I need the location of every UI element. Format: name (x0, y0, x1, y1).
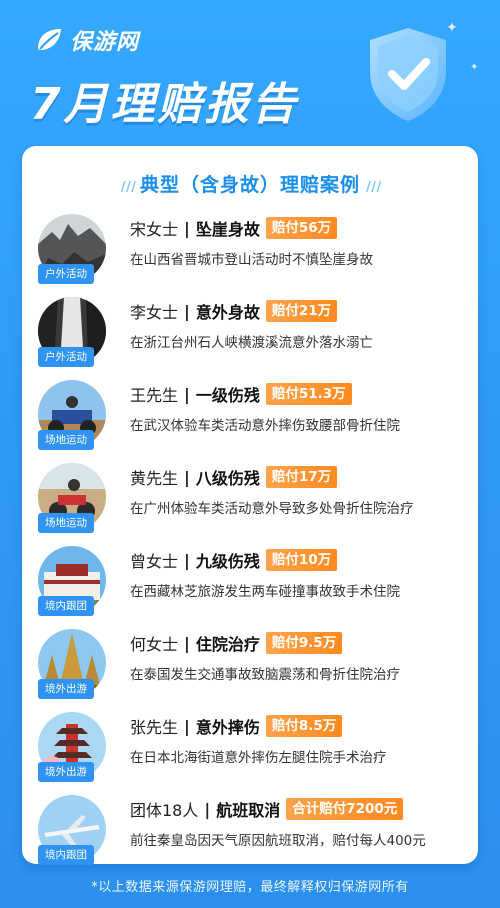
payout-badge: 赔付9.5万 (265, 632, 343, 654)
category-badge: 境外出游 (38, 679, 94, 699)
separator: | (184, 467, 190, 487)
case-item[interactable]: 场地运动 黄先生 | 八级伤残 赔付17万 在广州体验车类活动意外导致多处骨折住院治疗 (38, 463, 458, 533)
sparkle-icon: ✦ (446, 20, 458, 36)
claimant-name: 张先生 (130, 718, 179, 737)
sparkle-icon: ✦ (470, 62, 479, 73)
case-item[interactable]: 户外活动 李女士 | 意外身故 赔付21万 在浙江台州石人峡横渡溪流意外落水溺亡 (38, 297, 458, 367)
case-headline: 团体18人 | 航班取消 合计赔付7200元 (130, 797, 404, 821)
payout-badge: 赔付17万 (265, 466, 338, 488)
chevron-decoration: / / / (120, 180, 136, 195)
case-detail: 在广州体验车类活动意外导致多处骨折住院治疗 (130, 501, 414, 517)
separator: | (184, 384, 190, 404)
claimant-name: 宋女士 (130, 220, 179, 239)
payout-badge: 赔付8.5万 (265, 715, 343, 737)
payout-badge: 赔付21万 (265, 300, 338, 322)
accident-type: 住院治疗 (195, 635, 260, 654)
case-detail: 在浙江台州石人峡横渡溪流意外落水溺亡 (130, 335, 373, 351)
category-badge: 场地运动 (38, 513, 94, 533)
claimant-name: 王先生 (130, 386, 179, 405)
case-item[interactable]: 境外出游 何女士 | 住院治疗 赔付9.5万 在泰国发生交通事故致脑震荡和骨折住院治疗 (38, 629, 458, 699)
section-title: / / / 典型（含身故）理赔案例 / / / (22, 170, 478, 197)
case-headline: 宋女士 | 坠崖身故 赔付56万 (130, 216, 338, 240)
claimant-name: 曾女士 (130, 552, 179, 571)
claimant-name: 黄先生 (130, 469, 179, 488)
shield-check-icon (370, 28, 446, 121)
separator: | (184, 633, 190, 653)
accident-type: 意外身故 (195, 303, 260, 322)
chevron-decoration: / / / (366, 180, 381, 195)
case-headline: 曾女士 | 九级伤残 赔付10万 (130, 548, 338, 572)
category-badge: 户外活动 (38, 264, 94, 284)
case-item[interactable]: 境外出游 张先生 | 意外摔伤 赔付8.5万 在日本北海街道意外摔伤左腿住院手术治疗 (38, 712, 458, 782)
case-detail: 在泰国发生交通事故致脑震荡和骨折住院治疗 (130, 667, 400, 683)
payout-badge: 赔付56万 (265, 217, 338, 239)
case-headline: 黄先生 | 八级伤残 赔付17万 (130, 465, 338, 489)
separator: | (184, 301, 190, 321)
case-detail: 在西藏林芝旅游发生两车碰撞事故致手术住院 (130, 584, 400, 600)
payout-badge: 合计赔付7200元 (286, 798, 404, 820)
category-badge: 境内跟团 (38, 596, 94, 616)
accident-type: 一级伤残 (195, 386, 260, 405)
claimant-name: 何女士 (130, 635, 179, 654)
case-item[interactable]: 户外活动 宋女士 | 坠崖身故 赔付56万 在山西省晋城市登山活动时不慎坠崖身故 (38, 214, 458, 284)
leaf-logo-icon (38, 29, 61, 50)
section-title-text: 典型（含身故）理赔案例 (139, 174, 360, 196)
case-item[interactable]: 境内跟团 曾女士 | 九级伤残 赔付10万 在西藏林芝旅游发生两车碰撞事故致手术住院 (38, 546, 458, 616)
brand-logo: 保游网 (34, 24, 139, 56)
payout-badge: 赔付51.3万 (265, 383, 352, 405)
case-headline: 李女士 | 意外身故 赔付21万 (130, 299, 338, 323)
case-item[interactable]: 场地运动 王先生 | 一级伤残 赔付51.3万 在武汉体验车类活动意外摔伤致腰部骨折住… (38, 380, 458, 450)
case-headline: 何女士 | 住院治疗 赔付9.5万 (130, 631, 343, 655)
separator: | (184, 716, 190, 736)
separator: | (184, 218, 190, 238)
separator: | (184, 550, 190, 570)
brand-name: 保游网 (70, 30, 140, 55)
payout-badge: 赔付10万 (265, 549, 338, 571)
case-detail: 在日本北海街道意外摔伤左腿住院手术治疗 (130, 750, 387, 766)
case-headline: 王先生 | 一级伤残 赔付51.3万 (130, 382, 352, 406)
separator: | (204, 799, 211, 819)
case-headline: 张先生 | 意外摔伤 赔付8.5万 (130, 714, 343, 738)
claimant-name: 李女士 (130, 303, 179, 322)
case-detail: 前往秦皇岛因天气原因航班取消，赔付每人400元 (130, 833, 426, 849)
case-detail: 在山西省晋城市登山活动时不慎坠崖身故 (130, 252, 373, 268)
category-badge: 境内跟团 (38, 845, 94, 865)
case-item[interactable]: 境内跟团 团体18人 | 航班取消 合计赔付7200元 前往秦皇岛因天气原因航班取消，… (38, 795, 458, 865)
category-badge: 户外活动 (38, 347, 94, 367)
footer-note: *以上数据来源保游网理赔，最终解释权归保游网所有 (91, 880, 409, 895)
accident-type: 八级伤残 (195, 469, 260, 488)
header: 保游网 7月理赔报告 ✦ ✦ (0, 0, 500, 140)
accident-type: 九级伤残 (195, 552, 260, 571)
page-title: 7月理赔报告 (30, 79, 299, 130)
category-badge: 场地运动 (38, 430, 94, 450)
accident-type: 坠崖身故 (195, 220, 260, 239)
accident-type: 意外摔伤 (195, 718, 260, 737)
claimant-name: 团体18人 (130, 801, 199, 820)
case-detail: 在武汉体验车类活动意外摔伤致腰部骨折住院 (130, 418, 400, 434)
category-badge: 境外出游 (38, 762, 94, 782)
accident-type: 航班取消 (216, 801, 281, 820)
